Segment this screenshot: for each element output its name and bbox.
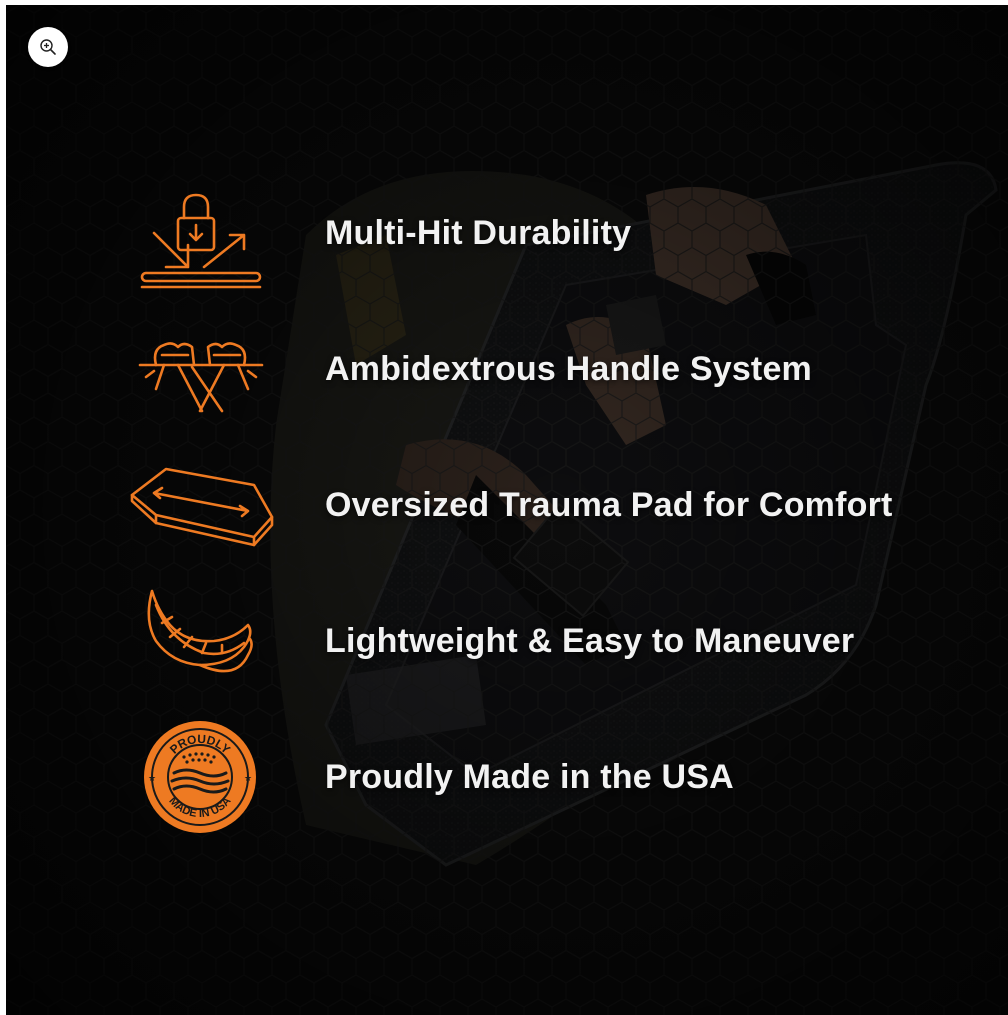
- feature-label: Oversized Trauma Pad for Comfort: [325, 485, 893, 524]
- feature-item: Lightweight & Easy to Maneuver: [6, 581, 1008, 701]
- feature-item: Ambidextrous Handle System: [6, 309, 1008, 429]
- svg-text:★: ★: [148, 773, 156, 783]
- feather-icon: [147, 589, 253, 673]
- padlock-impact-icon: [140, 193, 262, 289]
- trauma-pad-icon: [130, 467, 274, 547]
- gripping-fists-icon: [138, 342, 264, 413]
- made-in-usa-badge-icon: ★ ★ PROUDLY MADE IN USA: [144, 721, 256, 833]
- feature-label: Proudly Made in the USA: [325, 757, 734, 796]
- svg-text:★: ★: [244, 773, 252, 783]
- feature-label: Multi-Hit Durability: [325, 213, 632, 252]
- feature-item: ★ ★ PROUDLY MADE IN USA Proudly Made in …: [6, 717, 1008, 837]
- feature-item: Multi-Hit Durability: [6, 173, 1008, 293]
- feature-list: Multi-Hit Durability Ambidextrous Handle…: [6, 5, 1008, 1015]
- feature-label: Ambidextrous Handle System: [325, 349, 812, 388]
- feature-item: Oversized Trauma Pad for Comfort: [6, 445, 1008, 565]
- feature-label: Lightweight & Easy to Maneuver: [325, 621, 855, 660]
- product-image-frame: Multi-Hit Durability Ambidextrous Handle…: [6, 5, 1008, 1015]
